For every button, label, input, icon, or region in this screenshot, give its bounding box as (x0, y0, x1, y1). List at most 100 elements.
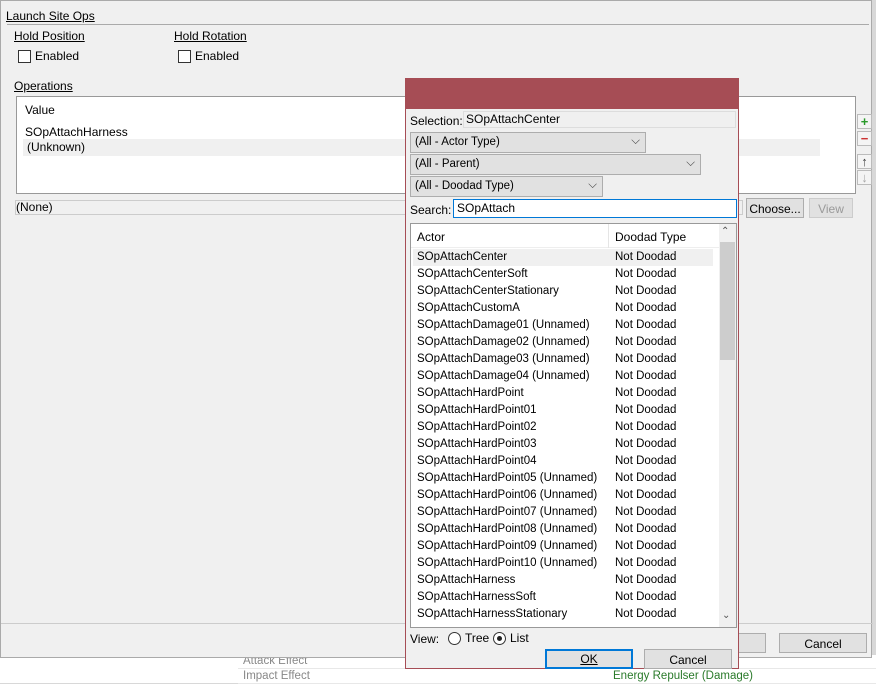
cancel-button[interactable]: Cancel (644, 649, 732, 669)
list-item[interactable]: SOpAttachCenterStationary Not Doodad (413, 283, 713, 300)
list-item[interactable]: SOpAttachDamage01 (Unnamed) Not Doodad (413, 317, 713, 334)
list-item[interactable]: SOpAttachDamage02 (Unnamed) Not Doodad (413, 334, 713, 351)
list-header: Actor Doodad Type (411, 224, 719, 248)
actor-name: SOpAttachHarness (417, 574, 516, 586)
chevron-down-icon: ⌵ (686, 157, 695, 169)
doodad-type: Not Doodad (615, 455, 677, 467)
list-item[interactable]: SOpAttachHardPoint06 (Unnamed) Not Doodad (413, 487, 713, 504)
remove-icon[interactable]: − (857, 131, 872, 146)
choose-button[interactable]: Choose... (746, 198, 804, 218)
doodad-type: Not Doodad (615, 319, 677, 331)
list-item[interactable]: SOpAttachHardPoint07 (Unnamed) Not Doodad (413, 504, 713, 521)
radio-label: List (510, 631, 529, 645)
actor-name: SOpAttachHardPoint03 (417, 438, 537, 450)
search-label: Search: (410, 203, 452, 217)
doodad-type: Not Doodad (615, 421, 677, 433)
doodad-type: Not Doodad (615, 438, 677, 450)
scrollbar[interactable]: ⌃ ⌄ (719, 224, 736, 627)
view-tree-radio[interactable]: Tree (448, 631, 489, 645)
cancel-button[interactable]: Cancel (779, 633, 867, 653)
doodad-type-dropdown[interactable]: (All - Doodad Type) ⌵ (410, 176, 603, 197)
list-item[interactable]: SOpAttachHarnessStationary Not Doodad (413, 606, 713, 623)
operations-label: Operations (14, 79, 73, 93)
view-button[interactable]: View (809, 198, 853, 218)
title-bar[interactable] (406, 79, 738, 109)
checkbox[interactable] (18, 49, 31, 63)
scroll-down-icon[interactable]: ⌄ (722, 610, 730, 621)
actor-name: SOpAttachHarnessStationary (417, 608, 568, 620)
selection-field: SOpAttachCenter (463, 111, 736, 128)
section-title: Launch Site Ops (6, 9, 95, 23)
list-item[interactable]: SOpAttachCenter Not Doodad (413, 249, 713, 266)
move-up-icon[interactable]: ↑ (857, 154, 872, 169)
add-icon[interactable]: + (857, 114, 872, 129)
list-item[interactable]: SOpAttachDamage04 (Unnamed) Not Doodad (413, 368, 713, 385)
actor-name: SOpAttachDamage01 (Unnamed) (417, 319, 590, 331)
list-item[interactable]: SOpAttachHardPoint01 Not Doodad (413, 402, 713, 419)
chevron-down-icon: ⌵ (631, 135, 640, 147)
ops-row[interactable]: SOpAttachHarness (25, 125, 128, 139)
actor-picker-dialog: Selection: SOpAttachCenter (All - Actor … (405, 78, 739, 669)
actor-list[interactable]: Actor Doodad Type SOpAttachCenter Not Doo… (410, 223, 737, 628)
view-list-radio[interactable]: List (493, 631, 529, 645)
list-item[interactable]: SOpAttachCenterSoft Not Doodad (413, 266, 713, 283)
dropdown-value: (All - Parent) (415, 158, 480, 170)
checkbox-label: Enabled (195, 49, 240, 63)
list-item[interactable]: SOpAttachHardPoint05 (Unnamed) Not Doodad (413, 470, 713, 487)
actor-name: SOpAttachHardPoint09 (Unnamed) (417, 540, 598, 552)
ok-button[interactable]: OK (545, 649, 633, 669)
actor-name: SOpAttachCenterSoft (417, 268, 528, 280)
list-item[interactable]: SOpAttachHardPoint09 (Unnamed) Not Doodad (413, 538, 713, 555)
radio[interactable] (448, 631, 461, 645)
list-item[interactable]: SOpAttachHarness Not Doodad (413, 572, 713, 589)
doodad-type: Not Doodad (615, 404, 677, 416)
scroll-up-icon[interactable]: ⌃ (721, 226, 729, 237)
grid-row-impact-effect[interactable]: Impact Effect Energy Repulser (Damage) (238, 670, 876, 684)
actor-name: SOpAttachHarnessSoft (417, 591, 536, 603)
parent-dropdown[interactable]: (All - Parent) ⌵ (410, 154, 701, 175)
actor-name: SOpAttachCenterStationary (417, 285, 559, 297)
actor-name: SOpAttachHardPoint01 (417, 404, 537, 416)
doodad-type: Not Doodad (615, 557, 677, 569)
actor-name: SOpAttachHardPoint02 (417, 421, 537, 433)
doodad-type: Not Doodad (615, 506, 677, 518)
doodad-type: Not Doodad (615, 540, 677, 552)
doodad-type: Not Doodad (615, 472, 677, 484)
move-down-icon[interactable]: ↓ (857, 170, 872, 185)
actor-name: SOpAttachDamage03 (Unnamed) (417, 353, 590, 365)
list-item[interactable]: SOpAttachHardPoint02 Not Doodad (413, 419, 713, 436)
dropdown-value: (All - Actor Type) (415, 136, 500, 148)
radio-label: Tree (465, 631, 490, 645)
column-divider (608, 224, 609, 248)
column-doodad-type[interactable]: Doodad Type (615, 230, 686, 244)
checkbox[interactable] (178, 49, 191, 63)
list-item[interactable]: SOpAttachHardPoint10 (Unnamed) Not Doodad (413, 555, 713, 572)
doodad-type: Not Doodad (615, 523, 677, 535)
hold-position-checkbox[interactable]: Enabled (18, 49, 79, 63)
hold-rotation-checkbox[interactable]: Enabled (178, 49, 239, 63)
list-item[interactable]: SOpAttachHarnessSoft Not Doodad (413, 589, 713, 606)
chevron-down-icon: ⌵ (588, 179, 597, 191)
actor-name: SOpAttachHardPoint08 (Unnamed) (417, 523, 598, 535)
search-input[interactable]: SOpAttach (453, 199, 737, 218)
doodad-type: Not Doodad (615, 285, 677, 297)
list-item[interactable]: SOpAttachCustomA Not Doodad (413, 300, 713, 317)
hold-position-title: Hold Position (14, 29, 85, 43)
row-label: Impact Effect (243, 670, 310, 682)
selection-label: Selection: (410, 114, 463, 128)
list-item[interactable]: SOpAttachDamage03 (Unnamed) Not Doodad (413, 351, 713, 368)
doodad-type: Not Doodad (615, 574, 677, 586)
list-item[interactable]: SOpAttachHardPoint Not Doodad (413, 385, 713, 402)
column-actor[interactable]: Actor (417, 230, 445, 244)
radio[interactable] (493, 631, 506, 645)
list-item[interactable]: SOpAttachHardPoint04 Not Doodad (413, 453, 713, 470)
actor-name: SOpAttachHardPoint (417, 387, 524, 399)
list-item[interactable]: SOpAttachHardPoint03 Not Doodad (413, 436, 713, 453)
doodad-type: Not Doodad (615, 387, 677, 399)
actor-name: SOpAttachHardPoint07 (Unnamed) (417, 506, 598, 518)
doodad-type: Not Doodad (615, 591, 677, 603)
actor-type-dropdown[interactable]: (All - Actor Type) ⌵ (410, 132, 646, 153)
view-label: View: (410, 632, 440, 646)
scroll-thumb[interactable] (720, 242, 735, 360)
list-item[interactable]: SOpAttachHardPoint08 (Unnamed) Not Doodad (413, 521, 713, 538)
